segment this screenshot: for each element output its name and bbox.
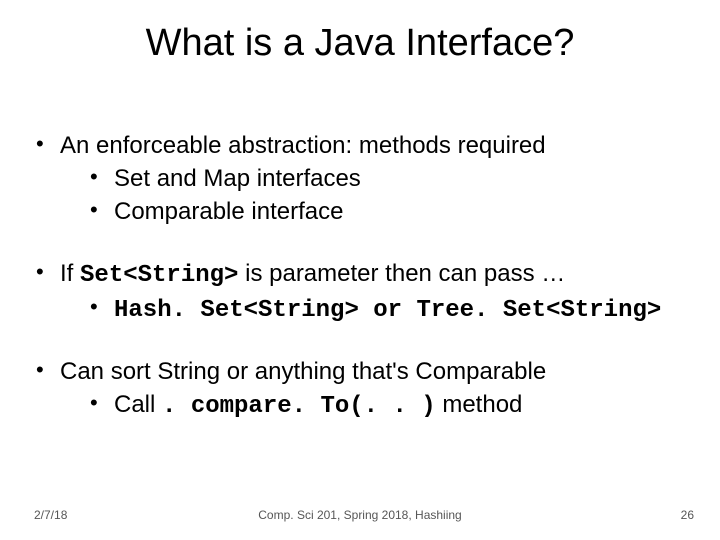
slide-body: An enforceable abstraction: methods requ… — [34, 130, 690, 452]
bullet-2-code: Set<String> — [80, 262, 238, 289]
bullet-2: If Set<String> is parameter then can pas… — [34, 258, 690, 326]
bullet-1-sub-1: Set and Map interfaces — [60, 163, 690, 194]
bullet-3-sub-1-suffix: method — [436, 391, 523, 418]
bullet-3-sub-1-prefix: Call — [114, 391, 162, 418]
bullet-1-sub-2: Comparable interface — [60, 196, 690, 227]
slide-title: What is a Java Interface? — [0, 22, 720, 65]
bullet-3: Can sort String or anything that's Compa… — [34, 356, 690, 422]
bullet-3-sub-1: Call . compare. To(. . ) method — [60, 389, 690, 422]
bullet-3-text: Can sort String or anything that's Compa… — [60, 358, 546, 385]
footer-course: Comp. Sci 201, Spring 2018, Hashiing — [0, 508, 720, 522]
bullet-2-sub-1-code: Hash. Set<String> or Tree. Set<String> — [114, 297, 661, 324]
bullet-3-sub-1-code: . compare. To(. . ) — [162, 393, 436, 420]
slide: What is a Java Interface? An enforceable… — [0, 0, 720, 540]
bullet-2-sub-1: Hash. Set<String> or Tree. Set<String> — [60, 293, 690, 326]
bullet-1-text: An enforceable abstraction: methods requ… — [60, 132, 546, 159]
bullet-2-prefix: If — [60, 260, 80, 287]
bullet-1: An enforceable abstraction: methods requ… — [34, 130, 690, 228]
bullet-2-suffix: is parameter then can pass … — [238, 260, 565, 287]
footer-slide-number: 26 — [681, 508, 694, 522]
